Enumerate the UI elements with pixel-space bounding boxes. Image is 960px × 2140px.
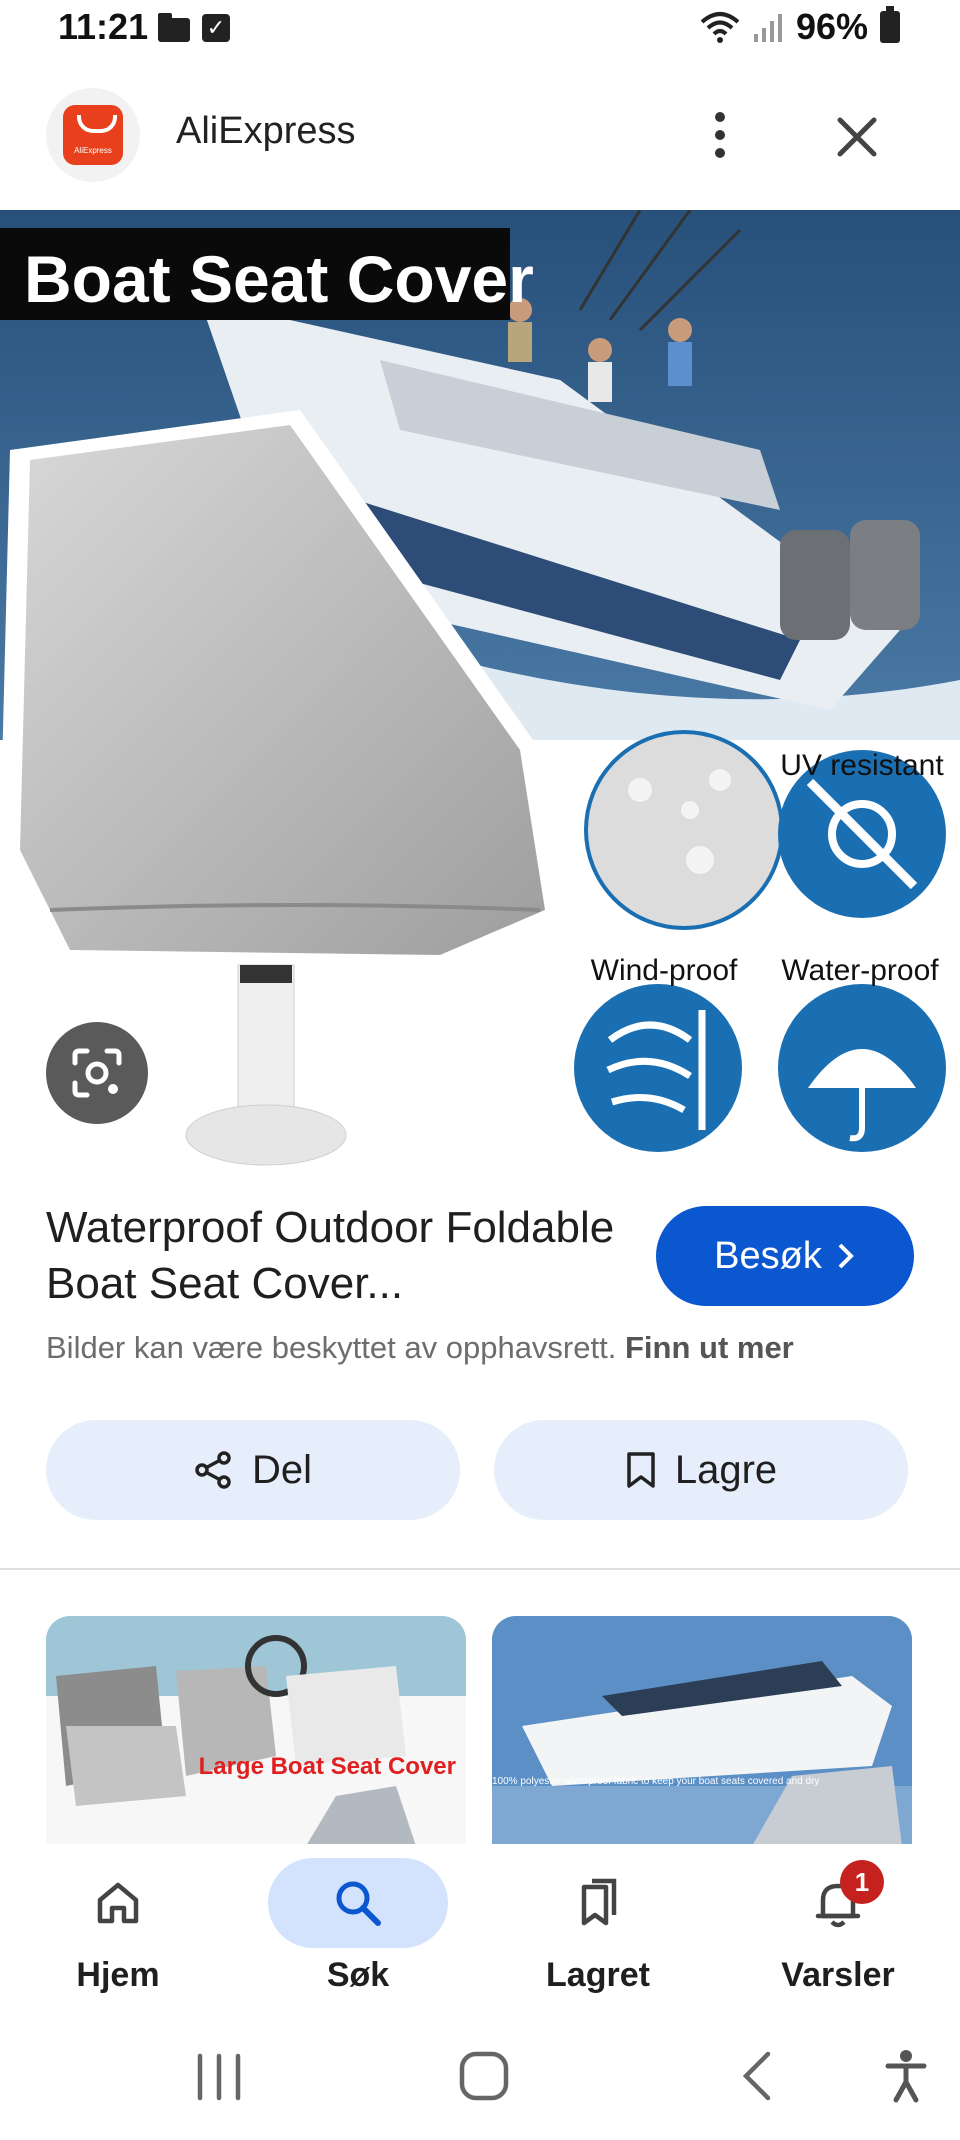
wifi-icon — [700, 12, 740, 43]
feature-water-label: Water-proof — [781, 954, 939, 987]
product-image[interactable]: Boat Seat Cover UV resistant Wind-proof … — [0, 210, 960, 1170]
checkbox-icon: ✓ — [202, 14, 230, 42]
signal-icon — [753, 14, 782, 42]
share-icon — [195, 1451, 231, 1489]
aliexpress-logo-icon: AliExpress — [63, 105, 123, 165]
recent-apps-icon[interactable] — [192, 2052, 246, 2102]
related-caption-1: Large Boat Seat Cover — [199, 1753, 456, 1780]
nav-search-label: Søk — [326, 1956, 390, 1994]
nav-search[interactable]: Søk — [258, 1858, 458, 2008]
chevron-right-icon — [838, 1243, 854, 1269]
share-label: Del — [251, 1447, 313, 1492]
status-system-icons: 96% — [700, 6, 900, 48]
share-button[interactable]: Del — [46, 1420, 460, 1520]
nav-saved[interactable]: Lagret — [498, 1858, 698, 2008]
system-navigation-bar — [0, 2026, 960, 2140]
lens-icon — [72, 1048, 122, 1098]
related-image-2[interactable]: 100% polyester waterproof fabric to keep… — [492, 1616, 912, 1846]
related-image-1[interactable]: Large Boat Seat Cover — [46, 1616, 466, 1846]
image-banner-text: Boat Seat Cover — [24, 242, 534, 316]
back-icon[interactable] — [738, 2048, 778, 2104]
search-icon — [336, 1881, 381, 1926]
lens-search-button[interactable] — [46, 1022, 148, 1124]
bookmark-icon — [627, 1452, 655, 1488]
feature-wind-label: Wind-proof — [591, 954, 738, 987]
status-time: 11:21 — [58, 6, 149, 47]
feature-uv-label: UV resistant — [780, 749, 944, 782]
bottom-navigation: Hjem Søk Lagret 1 Varsler — [0, 1844, 960, 2024]
nav-saved-label: Lagret — [546, 1956, 650, 1994]
accessibility-icon[interactable] — [884, 2048, 928, 2104]
home-button-icon[interactable] — [458, 2048, 510, 2104]
notification-badge: 1 — [840, 1860, 884, 1904]
close-icon[interactable] — [830, 110, 884, 164]
learn-more-link[interactable]: Finn ut mer — [625, 1330, 794, 1365]
status-notification-icons: ✓ — [158, 13, 230, 42]
nav-home-label: Hjem — [76, 1956, 160, 1994]
bookmarks-icon — [581, 1878, 617, 1926]
product-title[interactable]: Waterproof Outdoor Foldable Boat Seat Co… — [46, 1200, 646, 1312]
more-options-icon[interactable] — [700, 102, 740, 168]
app-header: AliExpress AliExpress — [0, 80, 960, 190]
divider — [0, 1568, 960, 1570]
battery-percent: 96% — [795, 6, 868, 47]
save-label: Lagre — [674, 1447, 778, 1492]
nav-home[interactable]: Hjem — [18, 1858, 218, 2008]
nav-notifications-label: Varsler — [781, 1956, 895, 1994]
folder-icon — [158, 13, 190, 42]
status-bar: 11:21 ✓ 96% — [0, 0, 960, 62]
related-caption-2: 100% polyester waterproof fabric to keep… — [492, 1776, 819, 1787]
nav-notifications[interactable]: 1 Varsler — [738, 1858, 938, 2008]
visit-label: Besøk — [714, 1234, 822, 1277]
visit-button[interactable]: Besøk — [656, 1206, 914, 1306]
app-title[interactable]: AliExpress — [176, 110, 356, 153]
copyright-notice: Bilder kan være beskyttet av opphavsrett… — [46, 1330, 926, 1366]
battery-icon — [880, 6, 900, 43]
home-icon — [97, 1882, 139, 1924]
save-button[interactable]: Lagre — [494, 1420, 908, 1520]
copyright-text: Bilder kan være beskyttet av opphavsrett… — [46, 1330, 617, 1365]
app-logo[interactable]: AliExpress — [46, 88, 140, 182]
